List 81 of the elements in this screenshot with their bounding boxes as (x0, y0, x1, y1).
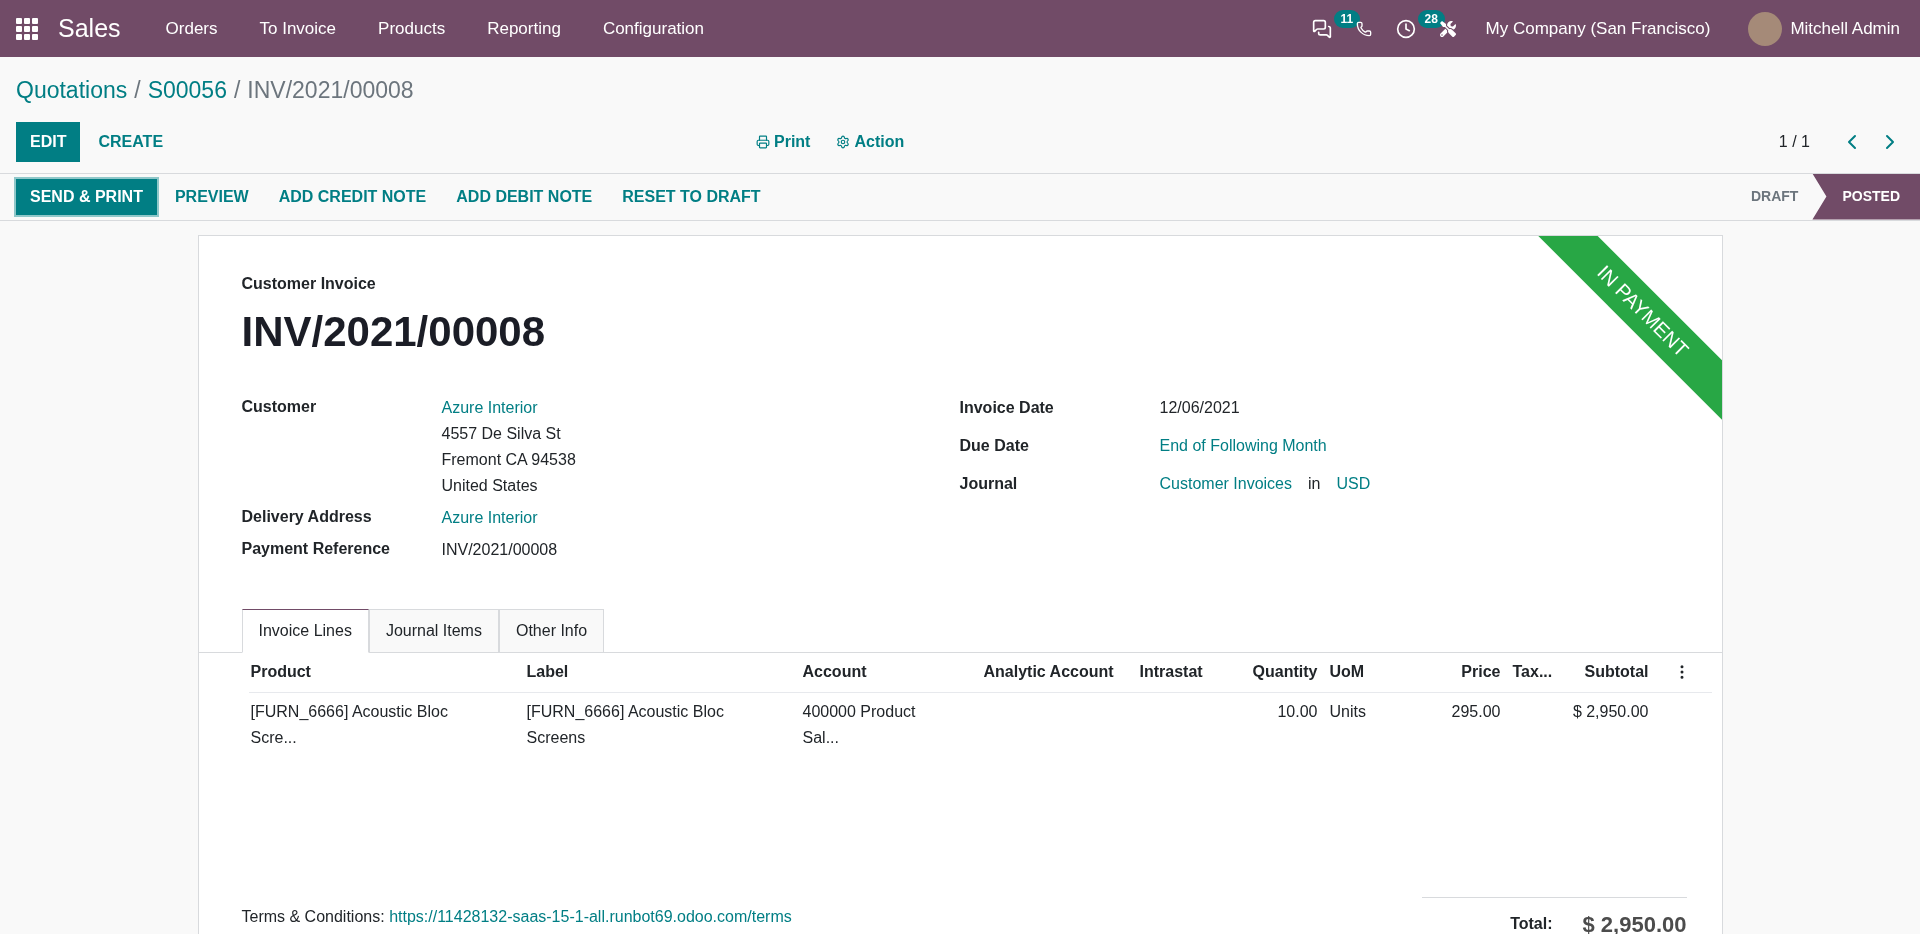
breadcrumb-separator: / (233, 76, 241, 105)
chat-icon (1311, 18, 1332, 39)
user-menu[interactable]: Mitchell Admin (1728, 0, 1920, 57)
address-line: United States (441, 475, 539, 496)
table-cell-text: 295.00 (1450, 701, 1502, 722)
table-cell-text: 400000 Product Sal... (801, 701, 917, 748)
terms-label: Terms & Conditions: (241, 907, 386, 925)
field-label: Customer (241, 396, 318, 417)
action-button[interactable]: PREVIEW (160, 176, 263, 217)
menu-item[interactable]: Products (357, 0, 467, 57)
clock-icon (1395, 18, 1416, 39)
table-cell-text: Units (1328, 701, 1367, 722)
menu-item[interactable]: To Invoice (238, 0, 358, 57)
action-button[interactable]: RESET TO DRAFT (608, 176, 775, 217)
company-switcher[interactable]: My Company (San Francisco) (1467, 0, 1729, 57)
breadcrumb-separator: / (134, 76, 141, 105)
phone-icon (1355, 20, 1372, 37)
action-button[interactable]: SEND & PRINT (14, 176, 159, 217)
menu-item[interactable]: Reporting (466, 0, 582, 57)
column-header[interactable]: Subtotal (1560, 660, 1659, 684)
status-stage[interactable]: POSTED (1812, 173, 1920, 220)
column-header[interactable]: Label (524, 660, 801, 684)
action-button[interactable]: Action (836, 129, 905, 154)
address-line: 4557 De Silva St (441, 423, 562, 444)
field-value: INV/2021/00008 (441, 539, 558, 560)
printer-icon (756, 134, 770, 149)
field-value[interactable]: Azure Interior (441, 394, 576, 421)
column-header[interactable]: Tax... (1510, 660, 1561, 684)
notebook-tab[interactable]: Journal Items (368, 608, 499, 653)
total-label: Total: (1510, 914, 1553, 934)
address-line: Fremont CA 94538 (441, 449, 576, 470)
column-header[interactable]: Account (800, 660, 982, 684)
field-label: Invoice Date (959, 397, 1055, 418)
systray-button[interactable] (1311, 18, 1332, 39)
table-cell-text: 10.00 (1276, 701, 1319, 722)
systray-button[interactable] (1355, 20, 1372, 37)
table-cell-text: [FURN_6666] Acoustic Bloc Screens (525, 701, 725, 748)
column-header[interactable]: UoM (1327, 660, 1418, 684)
currency-value[interactable]: USD (1336, 470, 1371, 497)
terms-link[interactable]: https://11428132-saas-15-1-all.runbot69.odoo.com/terms (389, 907, 792, 925)
menu-item[interactable]: Configuration (581, 0, 725, 57)
breadcrumb-current: INV/2021/00008 (247, 76, 414, 105)
column-header[interactable]: Quantity (1237, 660, 1328, 684)
app-menu-icon[interactable] (16, 17, 38, 40)
notification-badge: 11 (1333, 10, 1361, 28)
notification-badge: 28 (1417, 10, 1445, 28)
table-cell-text: [FURN_6666] Acoustic Bloc Scre... (249, 701, 449, 748)
column-header[interactable]: Price (1417, 660, 1511, 684)
action-button[interactable]: ADD CREDIT NOTE (264, 176, 441, 217)
field-joiner: in (1308, 473, 1321, 494)
pager-value: 1 / 1 (1778, 131, 1810, 152)
column-header[interactable]: Intrastat (1137, 660, 1238, 684)
table-cell-text: $ 2,950.00 (1571, 701, 1650, 722)
field-label: Payment Reference (241, 538, 391, 559)
control-button[interactable]: EDIT (16, 121, 81, 162)
field-label: Delivery Address (241, 506, 373, 527)
invoice-number: INV/2021/00008 (241, 306, 546, 357)
notebook-tab[interactable]: Other Info (498, 608, 605, 653)
field-value[interactable]: End of Following Month (1159, 432, 1327, 459)
field-value: 12/06/2021 (1159, 397, 1240, 418)
column-header[interactable]: Analytic Account (981, 660, 1138, 684)
systray-button[interactable] (1395, 18, 1416, 39)
column-header[interactable]: Product (248, 660, 525, 684)
status-stage[interactable]: DRAFT (1737, 173, 1813, 220)
menu-item[interactable]: Orders (144, 0, 239, 57)
app-name[interactable]: Sales (58, 9, 121, 48)
field-value[interactable]: Azure Interior (441, 504, 538, 531)
print-button[interactable]: Print (756, 129, 811, 154)
breadcrumb-link[interactable]: Quotations (16, 73, 128, 108)
notebook-tab[interactable]: Invoice Lines (241, 608, 369, 653)
action-button[interactable]: ADD DEBIT NOTE (442, 176, 607, 217)
systray-button[interactable] (1439, 20, 1456, 37)
field-label: Journal (959, 473, 1019, 494)
field-label: Due Date (959, 435, 1030, 456)
field-value[interactable]: Customer Invoices (1159, 470, 1292, 497)
control-button[interactable]: CREATE (84, 121, 178, 162)
avatar (1748, 11, 1783, 46)
breadcrumb-link[interactable]: S00056 (147, 73, 227, 108)
tools-icon (1439, 20, 1456, 37)
gear-icon (836, 134, 851, 149)
document-type: Customer Invoice (241, 273, 376, 294)
